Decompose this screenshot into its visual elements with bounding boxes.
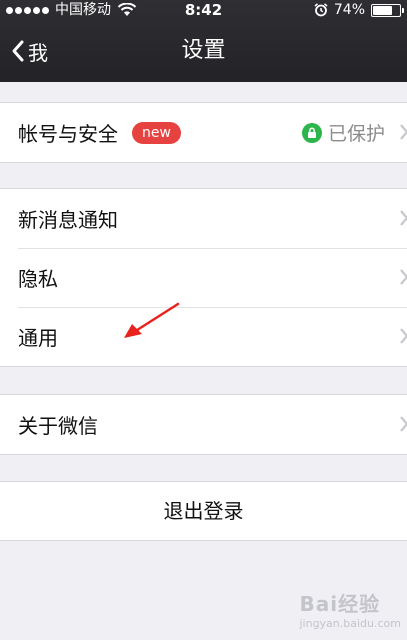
navigation-bar: 我 设置 xyxy=(0,20,407,82)
battery-percent: 74% xyxy=(333,2,365,18)
settings-item-privacy[interactable]: 隐私 xyxy=(0,248,407,307)
chevron-right-icon xyxy=(400,416,407,432)
account-security-row[interactable]: 帐号与安全 new 已保护 xyxy=(0,103,407,162)
protection-status: 已保护 xyxy=(301,103,385,162)
top-bar: 中国移动 8:42 74% 我 设置 xyxy=(0,0,407,82)
list-item-label: 新消息通知 xyxy=(18,208,118,232)
about-wechat-label: 关于微信 xyxy=(18,414,98,438)
battery-icon xyxy=(371,3,404,17)
watermark-logo: Bai经验 jingyan.baidu.com xyxy=(299,592,401,630)
status-bar: 中国移动 8:42 74% xyxy=(0,0,407,20)
settings-item-notifications[interactable]: 新消息通知 xyxy=(0,189,407,248)
page-title: 设置 xyxy=(181,38,226,63)
about-group: 关于微信 xyxy=(0,394,407,455)
chevron-right-icon xyxy=(400,328,407,344)
lock-icon xyxy=(301,122,322,143)
account-security-label: 帐号与安全 xyxy=(18,122,118,146)
account-group: 帐号与安全 new 已保护 xyxy=(0,102,407,163)
new-badge: new xyxy=(132,121,181,144)
chevron-right-icon xyxy=(400,269,407,285)
list-item-label: 通用 xyxy=(18,326,58,350)
protection-status-text: 已保护 xyxy=(327,123,385,145)
battery-fill xyxy=(373,5,393,15)
list-item-label: 隐私 xyxy=(18,267,58,291)
about-wechat-row[interactable]: 关于微信 xyxy=(0,395,407,454)
chevron-right-icon xyxy=(400,124,407,140)
logout-button[interactable]: 退出登录 xyxy=(0,481,407,541)
alarm-clock-icon xyxy=(314,3,328,17)
settings-group: 新消息通知 隐私 通用 xyxy=(0,188,407,367)
chevron-right-icon xyxy=(400,210,407,226)
settings-item-general[interactable]: 通用 xyxy=(0,307,407,366)
status-right: 74% xyxy=(314,0,404,20)
annotation-arrow-icon xyxy=(124,302,180,338)
